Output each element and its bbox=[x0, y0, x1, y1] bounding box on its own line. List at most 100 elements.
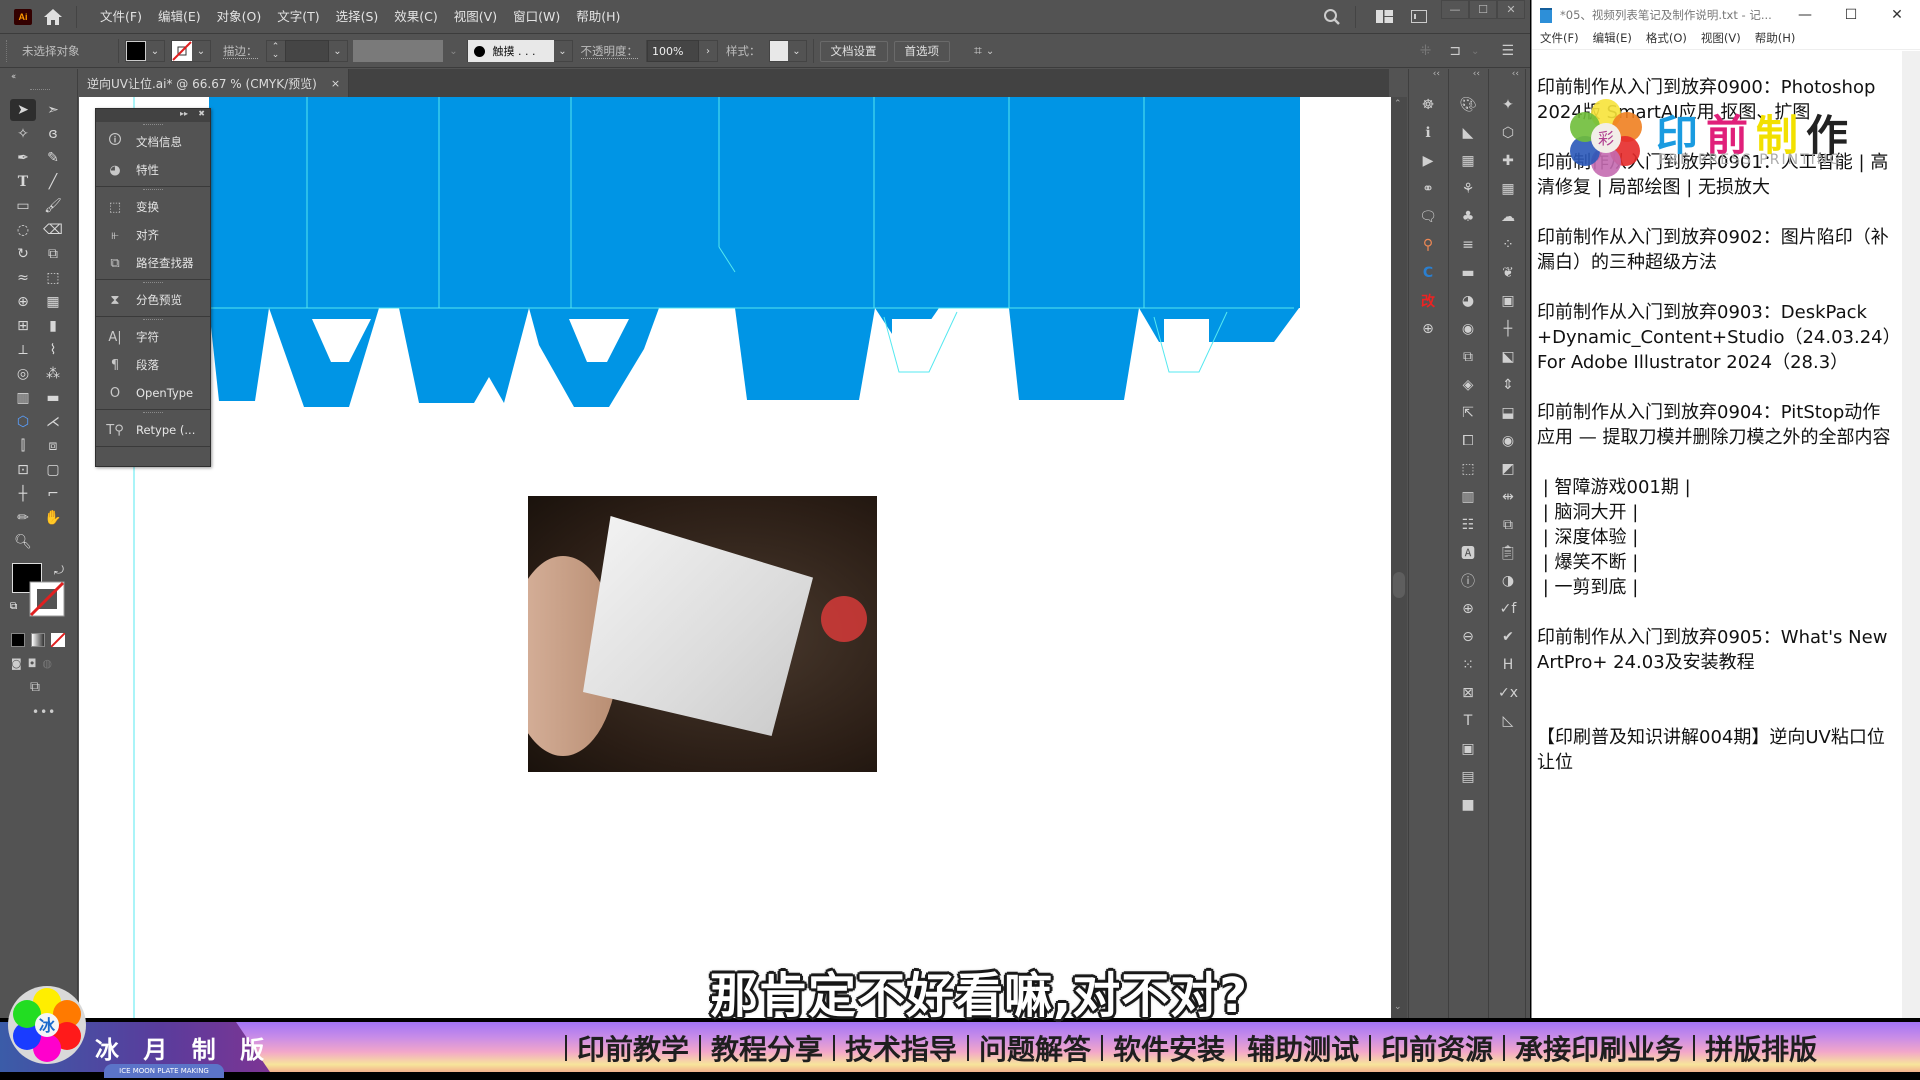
comments-icon[interactable]: 🗨 bbox=[1409, 203, 1447, 231]
dots-grid-icon[interactable]: ⁙ bbox=[1449, 651, 1487, 679]
magic-wand-tool-icon[interactable]: ✧ bbox=[10, 123, 36, 145]
menu-item[interactable]: 帮助(H) bbox=[1755, 30, 1796, 49]
type-panel-icon[interactable]: T bbox=[1449, 707, 1487, 735]
select-similar-icon[interactable]: ⌗ bbox=[974, 43, 982, 59]
menu-item[interactable]: 帮助(H) bbox=[568, 0, 628, 34]
chevron-down-icon[interactable]: ⌄ bbox=[329, 41, 347, 61]
eye-preview-icon[interactable]: ◉ bbox=[1489, 427, 1527, 455]
resize-corner-icon[interactable]: ◺ bbox=[1489, 707, 1527, 735]
h-plugin-icon[interactable]: H bbox=[1489, 651, 1527, 679]
check-x-icon[interactable]: ✓x bbox=[1489, 679, 1527, 707]
path-edit-icon[interactable]: ⬕ bbox=[1489, 343, 1527, 371]
blend-tool-icon[interactable]: ◎ bbox=[10, 363, 36, 385]
style-swatch[interactable] bbox=[769, 41, 788, 61]
curvature-tool-icon[interactable]: ✎ bbox=[40, 147, 66, 169]
draw-inside-icon[interactable]: ⊡ bbox=[10, 459, 36, 481]
menu-item[interactable]: 窗口(W) bbox=[505, 0, 568, 34]
paintbrush-tool-icon[interactable]: 🖌 bbox=[40, 195, 66, 217]
spacing-icon[interactable]: ⇕ bbox=[1489, 371, 1527, 399]
symbol-sprayer-tool-icon[interactable]: ⁂ bbox=[40, 363, 66, 385]
brush-definition[interactable]: 触摸 . . . ⌄ bbox=[466, 40, 573, 62]
measure-tool-icon[interactable]: ⟂ bbox=[10, 339, 36, 361]
type-tool-icon[interactable]: T bbox=[10, 171, 36, 193]
variable-width-profile[interactable] bbox=[352, 40, 443, 62]
color-palette-icon[interactable]: 🎨︎ bbox=[1449, 91, 1487, 119]
zoom-tool-icon[interactable]: 🔍︎ bbox=[10, 531, 36, 553]
crop-mark-icon[interactable]: ┼ bbox=[1489, 315, 1527, 343]
panel-grip[interactable] bbox=[30, 89, 50, 90]
table-icon[interactable]: ▤ bbox=[1449, 763, 1487, 791]
fill-swatch[interactable] bbox=[126, 41, 146, 61]
shape-builder-tool-icon[interactable]: ⊕ bbox=[10, 291, 36, 313]
sparkle-layers-icon[interactable]: ✦ bbox=[1489, 91, 1527, 119]
text-frame-icon[interactable]: 🅰︎ bbox=[1449, 539, 1487, 567]
panel-item[interactable]: ¶ 段落 bbox=[96, 351, 210, 379]
rotate-tool-icon[interactable]: ↻ bbox=[10, 243, 36, 265]
graphic-style-selector[interactable]: ⌄ bbox=[768, 40, 807, 62]
stroke-weight-input[interactable] bbox=[284, 40, 329, 62]
check-font-icon[interactable]: ✓f bbox=[1489, 595, 1527, 623]
artboard-canvas[interactable] bbox=[79, 97, 1391, 1018]
minimize-button[interactable]: — bbox=[1782, 0, 1828, 30]
symbols-icon[interactable]: ♣ bbox=[1449, 203, 1487, 231]
lasso-tool-icon[interactable]: ɞ bbox=[40, 123, 66, 145]
collapse-arrows-icon[interactable]: ‹‹ bbox=[1409, 69, 1446, 91]
plugin-c-icon[interactable]: C bbox=[1409, 259, 1447, 287]
draw-behind-icon[interactable]: ◘ bbox=[28, 657, 37, 670]
envelope-mesh-icon[interactable]: ▦ bbox=[1489, 175, 1527, 203]
swap-colors-icon[interactable]: ⤾ bbox=[54, 563, 64, 578]
search-icon[interactable] bbox=[1323, 8, 1341, 26]
chevron-down-icon[interactable]: ⌄ bbox=[192, 41, 210, 61]
artboards-icon[interactable]: ⧠ bbox=[1449, 427, 1487, 455]
plugin-red-icon[interactable]: 改 bbox=[1409, 287, 1447, 315]
gradient-box-icon[interactable]: ◩ bbox=[1489, 455, 1527, 483]
navigator-helm-icon[interactable]: ☸ bbox=[1409, 91, 1447, 119]
snap-icon[interactable]: ⊐ bbox=[1449, 43, 1461, 59]
gradient-tool-icon[interactable]: ▮ bbox=[40, 315, 66, 337]
transparency-icon[interactable]: ◕ bbox=[1449, 287, 1487, 315]
artboard-tool-icon[interactable]: ▬ bbox=[40, 387, 66, 409]
panel-item[interactable]: 🛈 文档信息 bbox=[96, 128, 210, 156]
crop-tool-icon[interactable]: ⌐ bbox=[40, 483, 66, 505]
barcode-icon[interactable]: ▥ bbox=[1449, 483, 1487, 511]
shaper-tool-icon[interactable]: ◌ bbox=[10, 219, 36, 241]
mesh-tool-icon[interactable]: ⊞ bbox=[10, 315, 36, 337]
panel-item[interactable]: ◕ 特性 bbox=[96, 156, 210, 184]
menu-item[interactable]: 编辑(E) bbox=[150, 0, 209, 34]
registration-target-icon[interactable]: ⊕ bbox=[1409, 315, 1447, 343]
document-setup-button[interactable]: 文档设置 bbox=[819, 40, 888, 62]
color-plugin-icon[interactable]: ⬓ bbox=[1489, 399, 1527, 427]
maximize-button[interactable]: ☐ bbox=[1469, 0, 1497, 19]
default-colors-icon[interactable]: ⧉ bbox=[10, 601, 17, 612]
butterfly-icon[interactable]: ❦ bbox=[1489, 259, 1527, 287]
free-transform-tool-icon[interactable]: ⬚ bbox=[40, 267, 66, 289]
stroke-weight-field[interactable]: ⌃ ⌄ ⌄ bbox=[265, 40, 348, 62]
opacity-field[interactable]: 100% › bbox=[646, 40, 718, 62]
info-frame-icon[interactable]: ⓘ bbox=[1449, 567, 1487, 595]
scrollbar-thumb[interactable] bbox=[1393, 572, 1405, 598]
draw-inside-mode-icon[interactable]: ◍ bbox=[42, 657, 52, 670]
check-circle-icon[interactable]: ✔ bbox=[1489, 623, 1527, 651]
links-icon[interactable]: ⚭ bbox=[1409, 175, 1447, 203]
panel-item[interactable]: ⬚ 变换 bbox=[96, 193, 210, 221]
slice-select-tool-icon[interactable]: ⫿ bbox=[10, 435, 36, 457]
menu-item[interactable]: 选择(S) bbox=[328, 0, 387, 34]
fill-color-selector[interactable]: ⌄ bbox=[125, 40, 165, 62]
screen-mode-icon[interactable]: ⧉ bbox=[30, 679, 40, 695]
info-icon[interactable]: ℹ bbox=[1409, 119, 1447, 147]
close-button[interactable]: ✕ bbox=[1874, 0, 1920, 30]
collapse-arrows-icon[interactable]: ‹‹ bbox=[1449, 69, 1486, 91]
eyedropper-tool-icon[interactable]: ⌇ bbox=[40, 339, 66, 361]
export-icon[interactable]: ⇱ bbox=[1449, 399, 1487, 427]
dots-icon[interactable]: ⁘ bbox=[1489, 231, 1527, 259]
document-tab[interactable]: 逆向UV让位.ai* @ 66.67 % (CMYK/预览) × bbox=[79, 69, 349, 97]
expand-panels-icon[interactable]: ▸▸ bbox=[180, 109, 188, 118]
close-button[interactable]: ✕ bbox=[1497, 0, 1525, 19]
3d-panel-icon[interactable]: ⬚ bbox=[1449, 455, 1487, 483]
gradient-panel-icon[interactable]: ▬ bbox=[1449, 259, 1487, 287]
image-frame-icon[interactable]: ⊠ bbox=[1449, 679, 1487, 707]
none-button[interactable] bbox=[51, 633, 65, 647]
chevron-down-icon[interactable]: ⌄ bbox=[986, 46, 994, 57]
list-frame-icon[interactable]: ☷ bbox=[1449, 511, 1487, 539]
edit-toolbar-icon[interactable]: ••• bbox=[32, 705, 56, 719]
